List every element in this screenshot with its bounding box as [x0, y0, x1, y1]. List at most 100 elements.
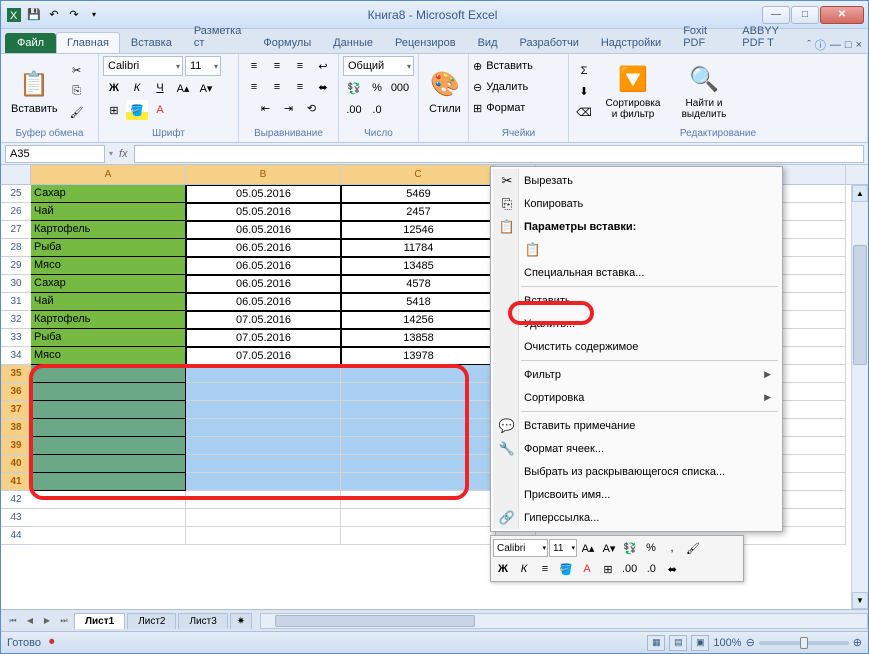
cell[interactable]: Сахар: [31, 185, 186, 203]
cell[interactable]: Мясо: [31, 347, 186, 365]
sheet-next-icon[interactable]: ▶: [39, 613, 55, 629]
cell[interactable]: 2457: [341, 203, 496, 221]
tab-abbyy[interactable]: ABBYY PDF T: [731, 20, 807, 53]
mini-merge-icon[interactable]: ⬌: [662, 559, 682, 579]
close-button[interactable]: ✕: [820, 6, 864, 24]
vertical-scrollbar[interactable]: ▲ ▼: [851, 185, 868, 609]
row-header-40[interactable]: 40: [1, 455, 31, 473]
border-icon[interactable]: ⊞: [103, 100, 125, 120]
cell[interactable]: 07.05.2016: [186, 311, 341, 329]
cell[interactable]: 13485: [341, 257, 496, 275]
cell[interactable]: [186, 491, 341, 509]
ctx-format-cells[interactable]: 🔧Формат ячеек...: [493, 437, 780, 460]
align-top-icon[interactable]: ≡: [243, 56, 265, 76]
tab-layout[interactable]: Разметка ст: [183, 20, 253, 53]
row-header-43[interactable]: 43: [1, 509, 31, 527]
font-grow-icon[interactable]: A▴: [172, 78, 194, 98]
undo-icon[interactable]: ↶: [45, 6, 63, 24]
row-header-41[interactable]: 41: [1, 473, 31, 491]
cell[interactable]: [31, 401, 186, 419]
excel-icon[interactable]: X: [5, 6, 23, 24]
cell[interactable]: 13858: [341, 329, 496, 347]
doc-restore-icon[interactable]: □: [845, 39, 852, 51]
orientation-icon[interactable]: ⟲: [301, 98, 323, 118]
cell[interactable]: [341, 437, 496, 455]
select-all-corner[interactable]: [1, 165, 31, 185]
cell[interactable]: 06.05.2016: [186, 221, 341, 239]
tab-view[interactable]: Вид: [467, 32, 509, 53]
cell[interactable]: 06.05.2016: [186, 293, 341, 311]
ctx-dropdown[interactable]: Выбрать из раскрывающегося списка...: [493, 460, 780, 483]
file-tab[interactable]: Файл: [5, 33, 56, 53]
bold-icon[interactable]: Ж: [103, 78, 125, 98]
row-header-39[interactable]: 39: [1, 437, 31, 455]
ctx-paste-default[interactable]: 📋: [493, 238, 780, 261]
row-header-31[interactable]: 31: [1, 293, 31, 311]
ribbon-minimize-icon[interactable]: ˆ: [807, 39, 811, 51]
mini-dec-dec-icon[interactable]: .0: [641, 559, 661, 579]
row-header-38[interactable]: 38: [1, 419, 31, 437]
sort-filter-button[interactable]: 🔽 Сортировка и фильтр: [597, 62, 669, 122]
sheet-tab-3[interactable]: Лист3: [178, 613, 227, 629]
ctx-sort[interactable]: Сортировка▶: [493, 386, 780, 409]
cell[interactable]: [341, 383, 496, 401]
cell[interactable]: Чай: [31, 203, 186, 221]
format-painter-icon[interactable]: 🖌: [66, 103, 88, 123]
sheet-tab-1[interactable]: Лист1: [74, 613, 125, 629]
ctx-clear[interactable]: Очистить содержимое: [493, 335, 780, 358]
align-left-icon[interactable]: ≡: [243, 77, 265, 97]
row-header-30[interactable]: 30: [1, 275, 31, 293]
find-select-button[interactable]: 🔍 Найти и выделить: [671, 62, 737, 122]
zoom-level[interactable]: 100%: [713, 637, 741, 649]
zoom-in-icon[interactable]: ⊕: [853, 636, 862, 649]
help-icon[interactable]: ⓘ: [815, 37, 826, 53]
cut-icon[interactable]: ✂: [66, 61, 88, 81]
mini-fill-icon[interactable]: 🪣: [556, 559, 576, 579]
cell[interactable]: [31, 491, 186, 509]
cell[interactable]: [31, 383, 186, 401]
col-header-B[interactable]: B: [186, 165, 341, 184]
paste-button[interactable]: 📋 Вставить: [5, 67, 64, 117]
insert-cells-button[interactable]: ⊕Вставить: [473, 56, 564, 76]
col-header-C[interactable]: C: [341, 165, 496, 184]
fx-icon[interactable]: fx: [113, 148, 134, 160]
tab-insert[interactable]: Вставка: [120, 32, 183, 53]
mini-format-painter-icon[interactable]: 🖌: [683, 538, 703, 558]
cell[interactable]: 5469: [341, 185, 496, 203]
cell[interactable]: [186, 419, 341, 437]
ctx-cut[interactable]: ✂Вырезать: [493, 169, 780, 192]
macro-record-icon[interactable]: ⏺: [49, 636, 55, 649]
horizontal-scrollbar[interactable]: [260, 613, 868, 629]
font-name-combo[interactable]: Calibri: [103, 56, 183, 76]
underline-icon[interactable]: Ч: [149, 78, 171, 98]
row-header-29[interactable]: 29: [1, 257, 31, 275]
tab-review[interactable]: Рецензиров: [384, 32, 467, 53]
copy-icon[interactable]: ⎘: [66, 82, 88, 102]
cell[interactable]: [341, 509, 496, 527]
cell[interactable]: [186, 383, 341, 401]
align-bot-icon[interactable]: ≡: [289, 56, 311, 76]
cell[interactable]: 14256: [341, 311, 496, 329]
mini-shrink-icon[interactable]: A▾: [599, 538, 619, 558]
row-header-37[interactable]: 37: [1, 401, 31, 419]
mini-size-combo[interactable]: 11: [549, 539, 577, 557]
indent-inc-icon[interactable]: ⇥: [278, 98, 300, 118]
sheet-prev-icon[interactable]: ◀: [22, 613, 38, 629]
mini-italic-icon[interactable]: К: [514, 559, 534, 579]
scroll-thumb[interactable]: [853, 245, 867, 365]
row-header-35[interactable]: 35: [1, 365, 31, 383]
new-sheet-icon[interactable]: ✷: [230, 613, 252, 629]
clear-icon[interactable]: ⌫: [573, 103, 595, 123]
view-normal-icon[interactable]: ▦: [647, 635, 665, 651]
cell[interactable]: [31, 437, 186, 455]
cell[interactable]: [31, 365, 186, 383]
name-box[interactable]: A35: [5, 145, 105, 163]
ctx-copy[interactable]: ⎘Копировать: [493, 192, 780, 215]
cell[interactable]: Мясо: [31, 257, 186, 275]
cell[interactable]: 05.05.2016: [186, 203, 341, 221]
row-header-44[interactable]: 44: [1, 527, 31, 545]
ctx-paste-special[interactable]: Специальная вставка...: [493, 261, 780, 284]
save-icon[interactable]: 💾: [25, 6, 43, 24]
cell[interactable]: [31, 509, 186, 527]
cell[interactable]: 5418: [341, 293, 496, 311]
